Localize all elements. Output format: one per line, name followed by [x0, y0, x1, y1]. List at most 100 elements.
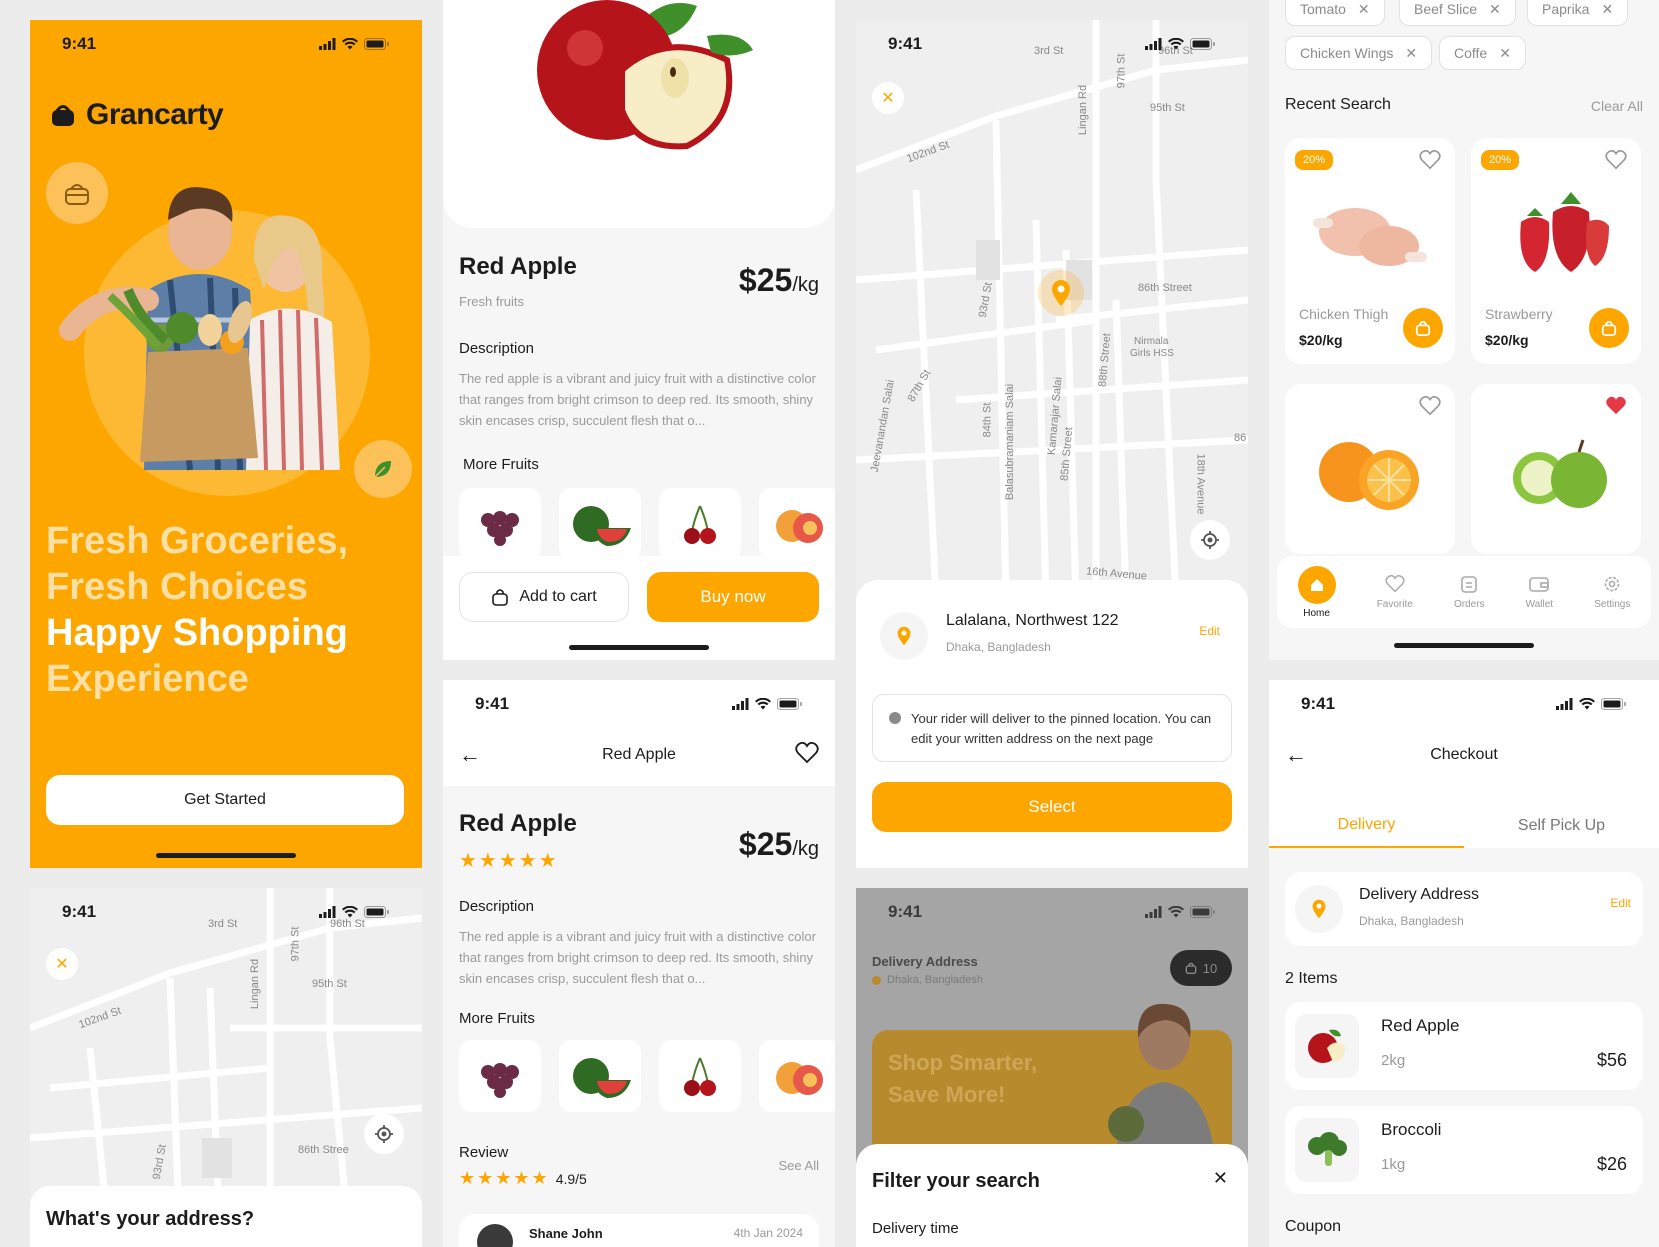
product-card[interactable]: 20% Strawberry $20/kg	[1471, 138, 1641, 364]
product-category: Fresh fruits	[459, 294, 525, 309]
bg-woman-image	[1108, 1003, 1216, 1168]
signal-icon	[1145, 906, 1162, 918]
filter-close-button[interactable]: ✕	[1213, 1168, 1228, 1189]
heart-outline-icon[interactable]	[1419, 150, 1441, 170]
fruit-thumb-cherry[interactable]	[659, 1040, 741, 1112]
close-icon: ✕	[1212, 1168, 1228, 1188]
battery-icon	[1190, 38, 1216, 50]
heart-filled-icon[interactable]	[1605, 396, 1627, 416]
close-icon[interactable]: ✕	[1499, 45, 1511, 62]
signal-icon	[319, 38, 336, 50]
product-name: Red Apple	[459, 810, 577, 837]
fruit-thumb-grapes[interactable]	[459, 488, 541, 560]
fruit-thumb-watermelon[interactable]	[559, 1040, 641, 1112]
review-score: 4.9/5	[555, 1170, 587, 1187]
fruit-thumb-cherry[interactable]	[659, 488, 741, 560]
item-qty: 2kg	[1381, 1052, 1406, 1069]
tab-delivery[interactable]: Delivery	[1269, 804, 1464, 848]
address-map-screen: 3rd St 96th St 97th St Lingan Rd 95th St…	[30, 888, 422, 1247]
locate-me-button[interactable]	[364, 1114, 404, 1154]
product-card[interactable]	[1471, 384, 1641, 554]
close-icon[interactable]: ✕	[1405, 45, 1417, 62]
get-started-button[interactable]: Get Started	[46, 775, 404, 825]
select-button[interactable]: Select	[872, 782, 1232, 832]
map-label: 95th St	[1150, 102, 1185, 114]
add-to-cart-button[interactable]	[1403, 308, 1443, 348]
favorite-button[interactable]	[795, 741, 819, 769]
chip-label: Chicken Wings	[1300, 45, 1394, 61]
product-card[interactable]	[1285, 384, 1455, 554]
buy-now-button[interactable]: Buy now	[647, 572, 819, 622]
headline-line-3: Happy Shopping	[46, 612, 348, 654]
item-price: $56	[1596, 1050, 1627, 1070]
signal-icon	[732, 698, 749, 710]
product-screen-top: Red Apple Fresh fruits $25/kg Descriptio…	[443, 0, 835, 660]
status-time: 9:41	[62, 34, 97, 53]
heart-outline-icon[interactable]	[1419, 396, 1441, 416]
edit-link[interactable]: Edit	[1199, 624, 1220, 638]
crosshair-icon	[375, 1125, 393, 1143]
map-label: 86	[1234, 432, 1247, 444]
checkout-title: Checkout	[1430, 746, 1498, 763]
search-chip[interactable]: Beef Slice ✕	[1399, 0, 1516, 26]
clipboard-icon	[1461, 575, 1478, 593]
tab-self-pickup[interactable]: Self Pick Up	[1464, 804, 1659, 848]
close-icon[interactable]: ✕	[1358, 1, 1370, 18]
info-icon	[889, 712, 901, 724]
close-icon[interactable]: ✕	[1601, 1, 1613, 18]
filter-title: Filter your search	[872, 1170, 1040, 1192]
search-chip[interactable]: Paprika ✕	[1527, 0, 1629, 26]
description-text: The red apple is a vibrant and juicy fru…	[459, 371, 816, 428]
map-pin[interactable]	[1038, 270, 1084, 316]
watermelon-icon	[573, 506, 631, 546]
product-name: Strawberry	[1485, 306, 1553, 322]
close-icon[interactable]: ✕	[1489, 1, 1501, 18]
edit-link[interactable]: Edit	[1610, 896, 1631, 910]
search-chip[interactable]: Tomato ✕	[1285, 0, 1385, 26]
nav-wallet[interactable]: Wallet	[1526, 575, 1553, 610]
nav-orders[interactable]: Orders	[1454, 575, 1485, 610]
location-pin-icon	[1052, 280, 1070, 306]
bg-address-sub: Dhaka, Bangladesh	[872, 974, 983, 986]
bg-banner-line-1: Shop Smarter,	[888, 1050, 1038, 1075]
item-name: Red Apple	[1381, 1016, 1460, 1035]
product-price: $25/kg	[739, 262, 819, 299]
search-chip[interactable]: Coffe ✕	[1439, 36, 1526, 70]
peach-icon	[776, 510, 823, 543]
fruit-thumb-peach[interactable]	[759, 1040, 835, 1112]
fruit-thumb-watermelon[interactable]	[559, 488, 641, 560]
close-button[interactable]: ✕	[872, 82, 904, 114]
map-label: Nirmala	[1134, 336, 1169, 347]
location-sheet: Lalalana, Northwest 122 Dhaka, Banglades…	[856, 580, 1248, 868]
add-to-cart-label: Add to cart	[519, 588, 597, 605]
location-screen: 3rd St 96th St 97th St Lingan Rd 95th St…	[856, 20, 1248, 868]
wifi-icon	[1168, 38, 1184, 50]
nav-settings[interactable]: Settings	[1594, 575, 1630, 610]
see-all-link[interactable]: See All	[779, 1158, 819, 1173]
chip-label: Paprika	[1542, 1, 1590, 17]
headline-line-2: Fresh Choices	[46, 566, 308, 608]
add-to-cart-button[interactable]: Add to cart	[459, 572, 629, 622]
search-screen: Tomato ✕ Beef Slice ✕ Paprika ✕ Chicken Win…	[1269, 0, 1659, 660]
product-card[interactable]: 20% Chicken Thigh $20/kg	[1285, 138, 1455, 364]
signal-icon	[1145, 38, 1162, 50]
add-to-cart-button[interactable]	[1589, 308, 1629, 348]
headline-line-4: Experience	[46, 658, 249, 700]
delivery-address-card: Delivery Address Dhaka, Bangladesh Edit	[1285, 872, 1643, 946]
fruit-thumb-grapes[interactable]	[459, 1040, 541, 1112]
recent-search-title: Recent Search	[1285, 96, 1391, 113]
map-label: Balasubramaniam Salai	[1004, 383, 1017, 501]
search-chip[interactable]: Chicken Wings ✕	[1285, 36, 1433, 70]
fruit-thumb-peach[interactable]	[759, 488, 835, 560]
broccoli-image	[1308, 1132, 1347, 1166]
nav-home[interactable]: Home	[1297, 565, 1336, 619]
cherry-icon	[684, 1057, 716, 1096]
status-icons	[732, 698, 803, 710]
heart-outline-icon[interactable]	[1605, 150, 1627, 170]
clear-all-link[interactable]: Clear All	[1591, 98, 1643, 114]
nav-favorite[interactable]: Favorite	[1377, 574, 1413, 610]
locate-me-button[interactable]	[1190, 520, 1230, 560]
discount-badge: 20%	[1295, 150, 1334, 170]
product-image-area	[443, 0, 835, 228]
close-button[interactable]: ✕	[46, 948, 78, 980]
